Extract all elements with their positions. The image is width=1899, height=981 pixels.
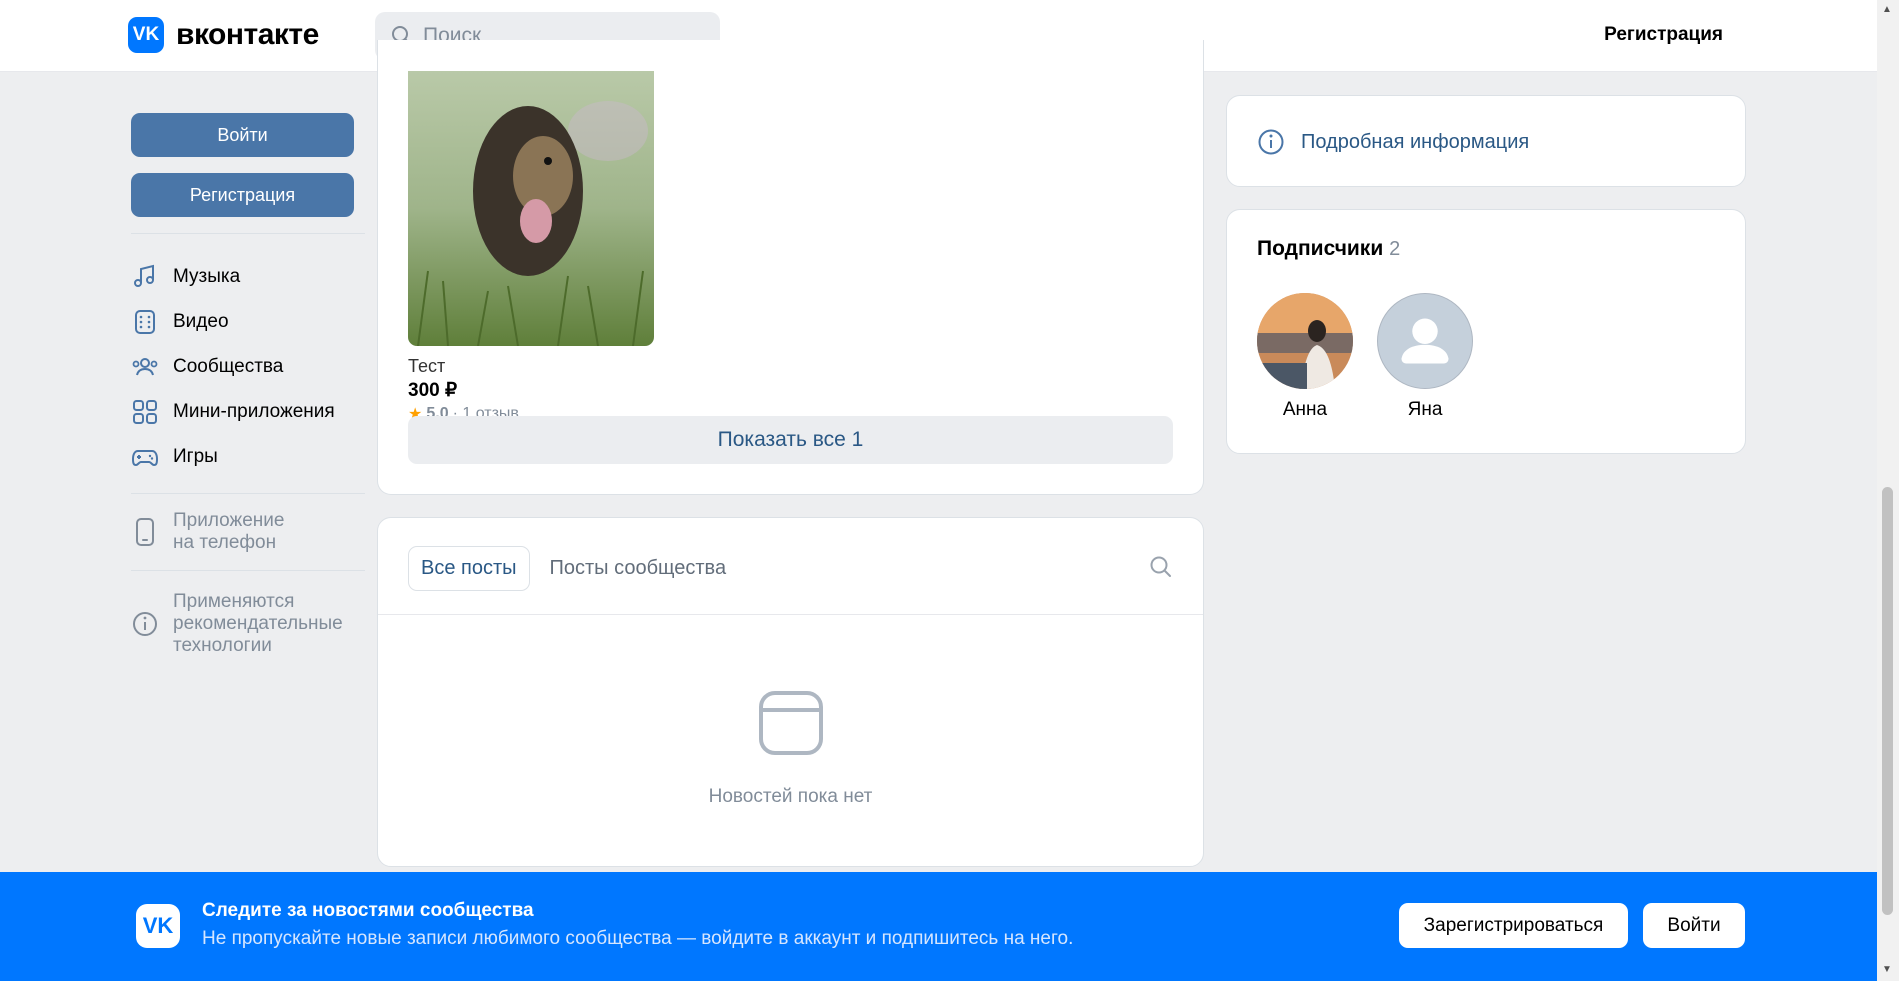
- sidebar-item-label: Музыка: [173, 265, 241, 287]
- banner-register-button[interactable]: Зарегистрироваться: [1399, 903, 1628, 948]
- scroll-up-arrow-icon[interactable]: ▲: [1882, 4, 1892, 15]
- sidebar-item-games[interactable]: Игры: [131, 434, 365, 479]
- mini-apps-icon: [131, 398, 159, 426]
- subscribers-count: 2: [1389, 238, 1401, 260]
- reco-line2: рекомендательные: [173, 613, 343, 634]
- avatar: [1377, 293, 1473, 389]
- music-icon: [131, 263, 159, 291]
- sidebar-item-label: Игры: [173, 445, 218, 467]
- sidebar-divider: [131, 233, 365, 234]
- sidebar-divider: [131, 493, 365, 494]
- products-card: Тест 300 ₽ ★ 5,0 · 1 отзыв Показать все …: [377, 40, 1204, 495]
- vk-logo[interactable]: VK вконтакте: [128, 17, 319, 53]
- banner-login-button[interactable]: Войти: [1643, 903, 1745, 948]
- communities-icon: [131, 353, 159, 381]
- vk-logo-text: вконтакте: [176, 18, 319, 51]
- product-image[interactable]: [408, 71, 654, 346]
- sidebar-item-mini-apps[interactable]: Мини-приложения: [131, 389, 365, 434]
- tab-all-posts[interactable]: Все посты: [408, 546, 530, 591]
- sidebar-item-music[interactable]: Музыка: [131, 254, 365, 299]
- recommendation-tech-label: Применяются рекомендательные технологии: [173, 591, 343, 657]
- bottom-banner: VK Следите за новостями сообщества Не пр…: [0, 872, 1877, 981]
- reco-line1: Применяются: [173, 591, 295, 612]
- details-link[interactable]: Подробная информация: [1257, 128, 1529, 156]
- product-name[interactable]: Тест: [408, 356, 445, 377]
- scroll-down-arrow-icon[interactable]: ▼: [1882, 964, 1892, 975]
- sidebar-item-label: Видео: [173, 310, 229, 332]
- phone-icon: [131, 518, 159, 546]
- posts-tabs: Все посты Посты сообщества: [408, 546, 726, 591]
- subscribers-card: Подписчики 2 Анна Яна: [1226, 209, 1746, 454]
- info-icon: [131, 610, 159, 638]
- phone-app-line2: на телефон: [173, 532, 277, 553]
- tab-community-posts[interactable]: Посты сообщества: [550, 557, 727, 580]
- subscribers-title-label: Подписчики: [1257, 237, 1384, 260]
- recommendation-tech-link[interactable]: Применяются рекомендательные технологии: [131, 591, 365, 657]
- banner-subtitle: Не пропускайте новые записи любимого соо…: [202, 928, 1074, 949]
- vk-logo-badge: VK: [128, 17, 164, 53]
- details-link-label: Подробная информация: [1301, 130, 1530, 153]
- phone-app-link[interactable]: Приложение на телефон: [131, 510, 365, 554]
- header-register-link[interactable]: Регистрация: [1604, 24, 1723, 46]
- left-sidebar: Войти Регистрация Музыка Видео Сообществ…: [131, 113, 365, 657]
- scrollbar-thumb[interactable]: [1882, 487, 1893, 915]
- subscriber-name: Яна: [1407, 399, 1443, 420]
- subscriber-item[interactable]: Анна: [1257, 293, 1353, 421]
- subscriber-item[interactable]: Яна: [1377, 293, 1473, 421]
- default-user-icon: [1401, 318, 1449, 364]
- show-all-button[interactable]: Показать все 1: [408, 416, 1173, 464]
- phone-app-line1: Приложение: [173, 510, 285, 531]
- games-icon: [131, 443, 159, 471]
- vk-logo-icon: VK: [136, 904, 180, 948]
- empty-feed-icon: [758, 690, 824, 761]
- sidebar-item-label: Мини-приложения: [173, 400, 335, 422]
- reco-line3: технологии: [173, 635, 272, 656]
- login-button[interactable]: Войти: [131, 113, 354, 157]
- subscriber-name: Анна: [1282, 399, 1328, 420]
- sidebar-item-label: Сообщества: [173, 355, 284, 377]
- info-icon: [1258, 129, 1284, 155]
- video-icon: [131, 308, 159, 336]
- sidebar-item-communities[interactable]: Сообщества: [131, 344, 365, 389]
- info-card: Подробная информация: [1226, 95, 1746, 187]
- posts-card: Все посты Посты сообщества Новостей пока…: [377, 517, 1204, 867]
- posts-search-icon[interactable]: [1149, 555, 1173, 584]
- phone-app-label: Приложение на телефон: [173, 510, 284, 554]
- posts-divider: [378, 614, 1203, 615]
- sidebar-divider: [131, 570, 365, 571]
- banner-title: Следите за новостями сообщества: [202, 900, 534, 921]
- subscribers-title[interactable]: Подписчики 2: [1257, 237, 1400, 261]
- avatar: [1257, 293, 1353, 389]
- empty-feed-text: Новостей пока нет: [708, 786, 873, 807]
- product-price: 300 ₽: [408, 380, 458, 401]
- register-button[interactable]: Регистрация: [131, 173, 354, 217]
- sidebar-item-video[interactable]: Видео: [131, 299, 365, 344]
